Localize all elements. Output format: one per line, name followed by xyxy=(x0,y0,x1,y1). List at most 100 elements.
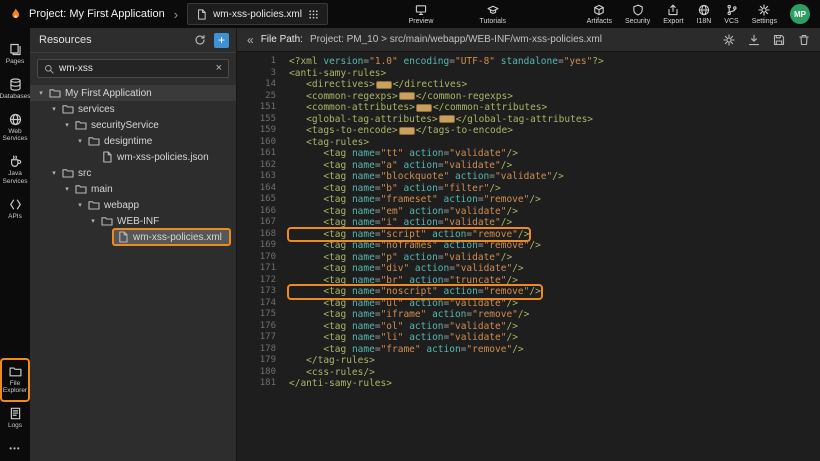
app-logo-flame-icon[interactable] xyxy=(9,8,21,20)
code-text[interactable]: <tag name="br" action="truncate"/> xyxy=(289,275,518,287)
rail-item-web-services[interactable]: Web Services xyxy=(1,107,29,150)
code-text[interactable]: <tag-rules> xyxy=(289,137,369,149)
expand-arrow-icon[interactable]: ▾ xyxy=(63,121,71,129)
code-text[interactable]: <tag name="i" action="validate"/> xyxy=(289,217,512,229)
code-line-178[interactable]: 178 <tag name="frame" action="remove"/> xyxy=(237,344,820,356)
tree-item-services[interactable]: ▾services xyxy=(30,101,236,117)
topbar-export-button[interactable]: Export xyxy=(663,4,683,25)
code-text[interactable]: <directives></directives> xyxy=(289,79,467,91)
clear-search-icon[interactable]: × xyxy=(216,63,222,74)
tree-item-designtime[interactable]: ▾designtime xyxy=(30,133,236,149)
tree-item-src[interactable]: ▾src xyxy=(30,165,236,181)
code-editor[interactable]: 1<?xml version="1.0" encoding="UTF-8" st… xyxy=(237,52,820,461)
code-line-160[interactable]: 160 <tag-rules> xyxy=(237,137,820,149)
fold-placeholder[interactable] xyxy=(416,104,432,112)
tree-item-my-first-application[interactable]: ▾My First Application xyxy=(30,85,236,101)
code-text[interactable]: <tag name="iframe" action="remove"/> xyxy=(289,309,529,321)
code-line-181[interactable]: 181</anti-samy-rules> xyxy=(237,378,820,390)
code-text[interactable]: <tag name="div" action="validate"/> xyxy=(289,263,524,275)
code-line-180[interactable]: 180 <css-rules/> xyxy=(237,367,820,379)
expand-arrow-icon[interactable]: ▾ xyxy=(63,185,71,193)
fold-placeholder[interactable] xyxy=(399,127,415,135)
rail-item-databases[interactable]: Databases xyxy=(1,72,29,107)
tree-item-main[interactable]: ▾main xyxy=(30,181,236,197)
code-text[interactable]: <?xml version="1.0" encoding="UTF-8" sta… xyxy=(289,56,604,68)
code-text[interactable]: <tag name="em" action="validate"/> xyxy=(289,206,518,218)
code-text[interactable]: <common-attributes></common-attributes> xyxy=(289,102,547,114)
open-file-tab[interactable]: wm-xss-policies.xml xyxy=(187,3,328,25)
code-line-3[interactable]: 3<anti-samy-rules> xyxy=(237,68,820,80)
rail-item-logs[interactable]: Logs xyxy=(1,401,29,436)
code-line-155[interactable]: 155 <global-tag-attributes></global-tag-… xyxy=(237,114,820,126)
code-line-173[interactable]: 173 <tag name="noscript" action="remove"… xyxy=(237,286,820,298)
code-line-164[interactable]: 164 <tag name="b" action="filter"/> xyxy=(237,183,820,195)
code-line-159[interactable]: 159 <tags-to-encode></tags-to-encode> xyxy=(237,125,820,137)
add-resource-button[interactable]: + xyxy=(214,33,229,48)
code-line-14[interactable]: 14 <directives></directives> xyxy=(237,79,820,91)
topbar-i18n-button[interactable]: I18N xyxy=(697,4,712,25)
code-line-166[interactable]: 166 <tag name="em" action="validate"/> xyxy=(237,206,820,218)
tree-item-securityservice[interactable]: ▾securityService xyxy=(30,117,236,133)
rail-item-apis[interactable]: APIs xyxy=(1,192,29,227)
code-text[interactable]: <css-rules/> xyxy=(289,367,375,379)
code-text[interactable]: <tag name="b" action="filter"/> xyxy=(289,183,501,195)
code-text[interactable]: <tag name="p" action="validate"/> xyxy=(289,252,512,264)
expand-arrow-icon[interactable]: ▾ xyxy=(76,137,84,145)
fold-placeholder[interactable] xyxy=(399,92,415,100)
code-text[interactable]: <global-tag-attributes></global-tag-attr… xyxy=(289,114,593,126)
code-line-171[interactable]: 171 <tag name="div" action="validate"/> xyxy=(237,263,820,275)
grid-icon[interactable] xyxy=(308,9,319,20)
avatar[interactable]: MP xyxy=(790,4,810,24)
code-text[interactable]: <tag name="tt" action="validate"/> xyxy=(289,148,518,160)
code-text[interactable]: <tag name="noframes" action="remove"/> xyxy=(289,240,541,252)
topbar-settings-button[interactable]: Settings xyxy=(752,4,777,25)
topbar-security-button[interactable]: Security xyxy=(625,4,650,25)
topbar-preview-button[interactable]: Preview xyxy=(409,4,434,25)
topbar-tutorials-button[interactable]: Tutorials xyxy=(479,4,506,25)
tree-item-webapp[interactable]: ▾webapp xyxy=(30,197,236,213)
code-text[interactable]: <tag name="li" action="validate"/> xyxy=(289,332,518,344)
code-text[interactable]: <common-regexps></common-regexps> xyxy=(289,91,513,103)
code-line-162[interactable]: 162 <tag name="a" action="validate"/> xyxy=(237,160,820,172)
expand-arrow-icon[interactable]: ▾ xyxy=(89,217,97,225)
refresh-icon[interactable] xyxy=(194,34,206,46)
expand-arrow-icon[interactable]: ▾ xyxy=(37,89,45,97)
code-text[interactable]: <anti-samy-rules> xyxy=(289,68,386,80)
code-text[interactable]: </anti-samy-rules> xyxy=(289,378,392,390)
code-line-170[interactable]: 170 <tag name="p" action="validate"/> xyxy=(237,252,820,264)
fold-placeholder[interactable] xyxy=(376,81,392,89)
code-line-168[interactable]: 168 <tag name="script" action="remove"/> xyxy=(237,229,820,241)
code-text[interactable]: </tag-rules> xyxy=(289,355,375,367)
code-line-175[interactable]: 175 <tag name="iframe" action="remove"/> xyxy=(237,309,820,321)
code-text[interactable]: <tag name="script" action="remove"/> xyxy=(289,229,529,241)
tree-item-wm-xss-policies-xml[interactable]: wm-xss-policies.xml xyxy=(30,229,236,245)
code-line-165[interactable]: 165 <tag name="frameset" action="remove"… xyxy=(237,194,820,206)
code-line-167[interactable]: 167 <tag name="i" action="validate"/> xyxy=(237,217,820,229)
code-text[interactable]: <tag name="noscript" action="remove"/> xyxy=(289,286,541,298)
code-line-163[interactable]: 163 <tag name="blockquote" action="valid… xyxy=(237,171,820,183)
code-text[interactable]: <tag name="ol" action="validate"/> xyxy=(289,321,518,333)
save-icon[interactable] xyxy=(773,34,785,46)
code-line-1[interactable]: 1<?xml version="1.0" encoding="UTF-8" st… xyxy=(237,56,820,68)
code-text[interactable]: <tags-to-encode></tags-to-encode> xyxy=(289,125,513,137)
rail-item-file-explorer[interactable]: File Explorer xyxy=(1,359,29,402)
code-text[interactable]: <tag name="ul" action="validate"/> xyxy=(289,298,518,310)
download-icon[interactable] xyxy=(748,34,760,46)
code-text[interactable]: <tag name="frameset" action="remove"/> xyxy=(289,194,541,206)
collapse-panel-icon[interactable]: « xyxy=(247,33,254,47)
code-text[interactable]: <tag name="frame" action="remove"/> xyxy=(289,344,524,356)
code-line-161[interactable]: 161 <tag name="tt" action="validate"/> xyxy=(237,148,820,160)
code-line-151[interactable]: 151 <common-attributes></common-attribut… xyxy=(237,102,820,114)
delete-icon[interactable] xyxy=(798,34,810,46)
code-line-179[interactable]: 179 </tag-rules> xyxy=(237,355,820,367)
topbar-vcs-button[interactable]: VCS xyxy=(724,4,738,25)
code-line-176[interactable]: 176 <tag name="ol" action="validate"/> xyxy=(237,321,820,333)
code-line-25[interactable]: 25 <common-regexps></common-regexps> xyxy=(237,91,820,103)
tree-item-wm-xss-policies-json[interactable]: wm-xss-policies.json xyxy=(30,149,236,165)
code-line-177[interactable]: 177 <tag name="li" action="validate"/> xyxy=(237,332,820,344)
expand-arrow-icon[interactable]: ▾ xyxy=(50,169,58,177)
code-text[interactable]: <tag name="a" action="validate"/> xyxy=(289,160,512,172)
topbar-artifacts-button[interactable]: Artifacts xyxy=(587,4,612,25)
tree-item-web-inf[interactable]: ▾WEB-INF xyxy=(30,213,236,229)
rail-item-java-services[interactable]: Java Services xyxy=(1,149,29,192)
